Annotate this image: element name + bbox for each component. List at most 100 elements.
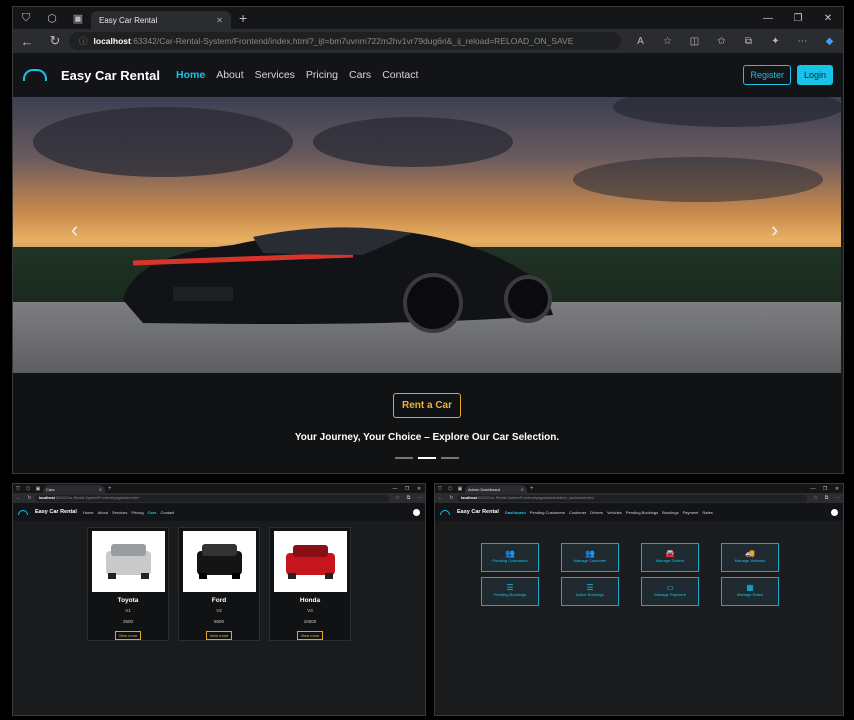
user-avatar-icon[interactable] — [831, 508, 838, 516]
nav-pricing[interactable]: Pricing — [131, 510, 143, 515]
close-window-icon[interactable]: ✕ — [413, 486, 425, 492]
minimize-icon[interactable]: — — [389, 486, 401, 492]
login-button[interactable]: Login — [796, 65, 833, 85]
read-aloud-icon[interactable]: A — [627, 36, 654, 47]
collections-icon[interactable]: ⧉ — [821, 495, 832, 501]
view-more-button[interactable]: View more — [296, 631, 324, 640]
brand-name[interactable]: Easy Car Rental — [61, 68, 160, 83]
workspaces-icon[interactable]: ⬡ — [445, 486, 455, 492]
nav-pricing[interactable]: Pricing — [306, 69, 338, 81]
tile-pending-bookings[interactable]: ☰ Pending Bookings — [481, 577, 539, 606]
favorite-star-icon[interactable]: ☆ — [392, 495, 403, 501]
tab-actions-icon[interactable]: ▣ — [65, 12, 91, 25]
car-logo-icon[interactable] — [23, 69, 47, 81]
tile-manage-drivers[interactable]: 🚘 Manage Drivers — [641, 543, 699, 572]
nav-home[interactable]: Home — [83, 510, 94, 515]
tab-actions-icon[interactable]: ▣ — [455, 486, 465, 492]
user-avatar-icon[interactable] — [413, 508, 420, 516]
tile-manage-customer[interactable]: 👥 Manage Customer — [561, 543, 619, 572]
profile-icon[interactable]: ⛉ — [435, 486, 445, 492]
nav-payment[interactable]: Payment — [683, 510, 699, 515]
close-tab-icon[interactable]: ✕ — [99, 487, 102, 492]
rent-a-car-button[interactable]: Rent a Car — [392, 393, 461, 418]
back-icon[interactable]: ← — [13, 34, 41, 49]
tile-pending-customers[interactable]: 👥 Pending Customers — [481, 543, 539, 572]
brand-name[interactable]: Easy Car Rental — [457, 509, 499, 515]
extensions-icon[interactable]: ✦ — [762, 36, 789, 47]
nav-bookings[interactable]: Bookings — [662, 510, 678, 515]
tile-manage-vehicles[interactable]: 🚚 Manage Vehicles — [721, 543, 779, 572]
refresh-icon[interactable]: ↻ — [446, 495, 457, 501]
carousel-dot[interactable] — [441, 457, 459, 459]
nav-contact[interactable]: Contact — [382, 69, 418, 81]
nav-vehicles[interactable]: Vehicles — [607, 510, 622, 515]
collections-icon[interactable]: ⧉ — [403, 495, 414, 501]
brand-name[interactable]: Easy Car Rental — [35, 509, 77, 515]
restore-icon[interactable]: ❐ — [401, 486, 413, 492]
car-logo-icon[interactable] — [440, 509, 450, 515]
nav-pending-customers[interactable]: Pending Customers — [530, 510, 565, 515]
more-options-icon[interactable]: ⋯ — [832, 495, 843, 501]
nav-about[interactable]: About — [216, 69, 243, 81]
restore-icon[interactable]: ❐ — [783, 13, 813, 24]
nav-pending-bookings[interactable]: Pending Bookings — [626, 510, 658, 515]
favorites-icon[interactable]: ✩ — [708, 36, 735, 47]
close-window-icon[interactable]: ✕ — [831, 486, 843, 492]
url-field[interactable]: localhost:63342/Car-Rental-System/Fronte… — [35, 494, 389, 502]
url-field[interactable]: localhost:63342/Car-Rental-System/Fronte… — [457, 494, 807, 502]
back-icon[interactable]: ← — [13, 495, 24, 501]
car-logo-icon[interactable] — [18, 509, 28, 515]
tab-admin-dashboard[interactable]: Admin Dashboard ✕ — [465, 485, 527, 493]
minimize-icon[interactable]: — — [807, 486, 819, 492]
more-options-icon[interactable]: ⋯ — [789, 36, 816, 47]
new-tab-icon[interactable]: + — [239, 10, 247, 26]
collections-icon[interactable]: ⧉ — [735, 36, 762, 47]
carousel-dot-active[interactable] — [418, 457, 436, 459]
close-tab-icon[interactable]: ✕ — [216, 16, 223, 25]
tile-manage-payment[interactable]: ▭ Manage Payment — [641, 577, 699, 606]
copilot-icon[interactable]: ◆ — [816, 36, 843, 47]
nav-cars[interactable]: Cars — [349, 69, 371, 81]
favorite-star-icon[interactable]: ☆ — [654, 36, 681, 47]
new-tab-icon[interactable]: + — [108, 486, 112, 492]
back-icon[interactable]: ← — [435, 495, 446, 501]
nav-dashboard[interactable]: Dashboard — [505, 510, 526, 515]
carousel-dot[interactable] — [395, 457, 413, 459]
more-options-icon[interactable]: ⋯ — [414, 495, 425, 501]
new-tab-icon[interactable]: + — [530, 486, 534, 492]
tab-cars[interactable]: Cars ✕ — [43, 485, 105, 493]
tile-active-bookings[interactable]: ☰ Active Bookings — [561, 577, 619, 606]
carousel-next-icon[interactable]: › — [771, 217, 778, 243]
close-window-icon[interactable]: ✕ — [813, 13, 843, 24]
nav-contact[interactable]: Contact — [161, 510, 175, 515]
tab-actions-icon[interactable]: ▣ — [33, 486, 43, 492]
tile-manage-rates[interactable]: ▦ Manage Rates — [721, 577, 779, 606]
view-more-button[interactable]: View more — [114, 631, 142, 640]
workspaces-icon[interactable]: ⬡ — [23, 486, 33, 492]
nav-rates[interactable]: Rates — [702, 510, 712, 515]
split-screen-icon[interactable]: ◫ — [681, 36, 708, 47]
url-field[interactable]: ⓘ localhost:63342/Car-Rental-System/Fron… — [69, 32, 621, 50]
minimize-icon[interactable]: — — [753, 13, 783, 24]
profile-icon[interactable]: ⛉ — [13, 486, 23, 492]
workspaces-icon[interactable]: ⬡ — [39, 12, 65, 25]
restore-icon[interactable]: ❐ — [819, 486, 831, 492]
nav-services[interactable]: Services — [112, 510, 127, 515]
nav-about[interactable]: About — [98, 510, 108, 515]
view-more-button[interactable]: View more — [205, 631, 233, 640]
carousel-prev-icon[interactable]: ‹ — [71, 217, 78, 243]
cloud — [33, 107, 293, 177]
nav-home[interactable]: Home — [176, 69, 205, 81]
refresh-icon[interactable]: ↻ — [24, 495, 35, 501]
tab-easy-car-rental[interactable]: Easy Car Rental ✕ — [91, 11, 231, 29]
register-button[interactable]: Register — [743, 65, 791, 85]
nav-drivers[interactable]: Drivers — [590, 510, 603, 515]
nav-cars[interactable]: Cars — [148, 510, 157, 515]
close-tab-icon[interactable]: ✕ — [521, 487, 524, 492]
nav-customer[interactable]: Customer — [569, 510, 586, 515]
refresh-icon[interactable]: ↻ — [41, 33, 69, 49]
nav-services[interactable]: Services — [255, 69, 295, 81]
favorite-star-icon[interactable]: ☆ — [810, 495, 821, 501]
car-image — [182, 531, 256, 592]
profile-icon[interactable]: ⛉ — [13, 12, 39, 25]
